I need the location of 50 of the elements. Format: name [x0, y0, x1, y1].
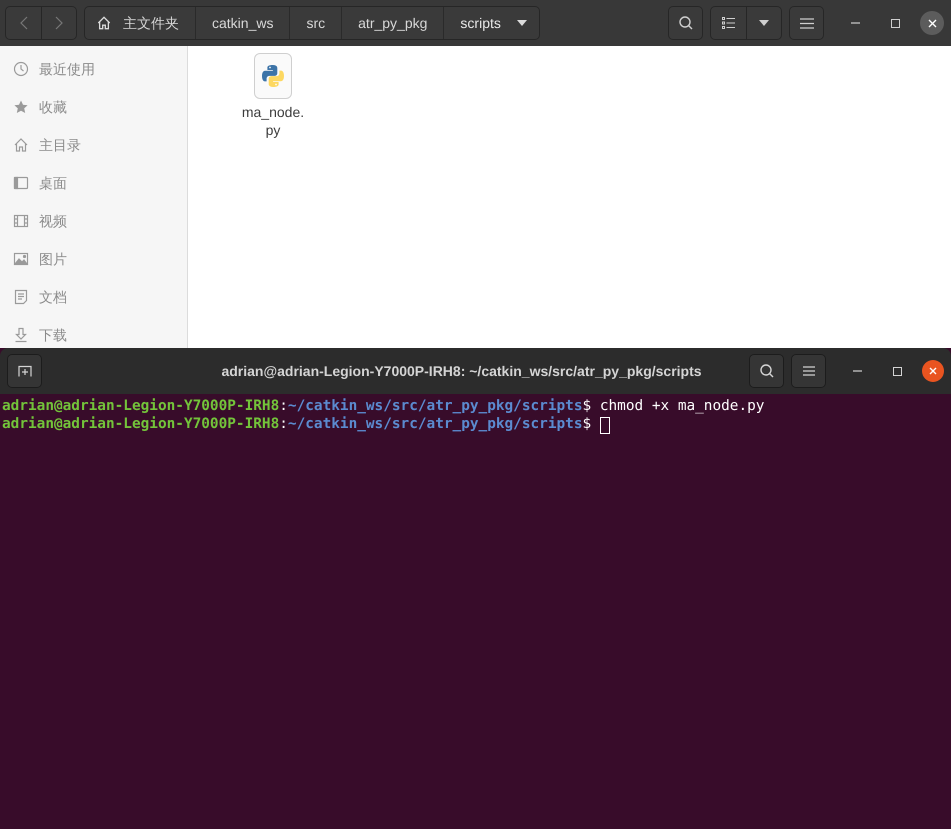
close-icon: [929, 367, 937, 375]
menu-button[interactable]: [789, 6, 824, 40]
image-icon: [13, 251, 29, 267]
menu-button[interactable]: [791, 354, 826, 388]
maximize-icon: [890, 18, 900, 28]
menu-icon: [802, 366, 814, 376]
window-title: adrian@adrian-Legion-Y7000P-IRH8: ~/catkin_ws/src/atr_py_pkg/scripts: [221, 362, 702, 381]
maximize-icon: [892, 366, 902, 376]
python-file-icon: [254, 53, 292, 99]
list-icon: [722, 17, 736, 29]
search-button[interactable]: [749, 354, 784, 388]
chevron-left-icon: [20, 16, 28, 30]
sidebar-item[interactable]: 最近使用: [0, 50, 187, 88]
home-icon: [97, 16, 111, 30]
home-icon: [13, 137, 29, 153]
new-tab-button[interactable]: [7, 354, 42, 388]
breadcrumb-button[interactable]: atr_py_pkg: [341, 7, 444, 39]
close-icon: [928, 18, 936, 28]
breadcrumb-button[interactable]: catkin_ws: [195, 7, 290, 39]
star-icon: [13, 99, 29, 115]
sidebar-item[interactable]: 文档: [0, 278, 187, 316]
breadcrumb-button[interactable]: src: [289, 7, 342, 39]
desktop-icon: [13, 175, 29, 191]
file-item[interactable]: ma_node.py: [238, 53, 308, 139]
chevron-right-icon: [55, 16, 63, 30]
terminal-line: adrian@adrian-Legion-Y7000P-IRH8:~/catkin_ws/src/atr_py_pkg/scripts$: [2, 416, 951, 434]
minimize-icon: [850, 22, 860, 24]
close-button[interactable]: [922, 360, 944, 382]
caret-icon: [516, 20, 527, 26]
terminal-line: adrian@adrian-Legion-Y7000P-IRH8:~/catkin_ws/src/atr_py_pkg/scripts$ chmod +x ma_node.py: [2, 398, 766, 416]
breadcrumb-button[interactable]: scripts: [443, 7, 539, 39]
film-icon: [13, 213, 29, 229]
search-icon: [678, 15, 694, 31]
search-icon: [758, 363, 774, 379]
sidebar-item[interactable]: 下载: [0, 316, 187, 348]
menu-icon: [800, 18, 814, 28]
sidebar-item[interactable]: 图片: [0, 240, 187, 278]
sidebar-item[interactable]: 主目录: [0, 126, 187, 164]
download-icon: [13, 327, 29, 343]
new-tab-icon: [18, 365, 32, 377]
breadcrumb-button[interactable]: 主文件夹: [85, 7, 195, 39]
sidebar-item[interactable]: 视频: [0, 202, 187, 240]
caret-icon: [759, 20, 769, 26]
minimize-icon: [852, 370, 862, 372]
close-button[interactable]: [920, 11, 944, 35]
sidebar-item[interactable]: 收藏: [0, 88, 187, 126]
clock-icon: [13, 61, 29, 77]
document-icon: [13, 289, 29, 305]
sidebar-item[interactable]: 桌面: [0, 164, 187, 202]
search-button[interactable]: [668, 6, 703, 40]
